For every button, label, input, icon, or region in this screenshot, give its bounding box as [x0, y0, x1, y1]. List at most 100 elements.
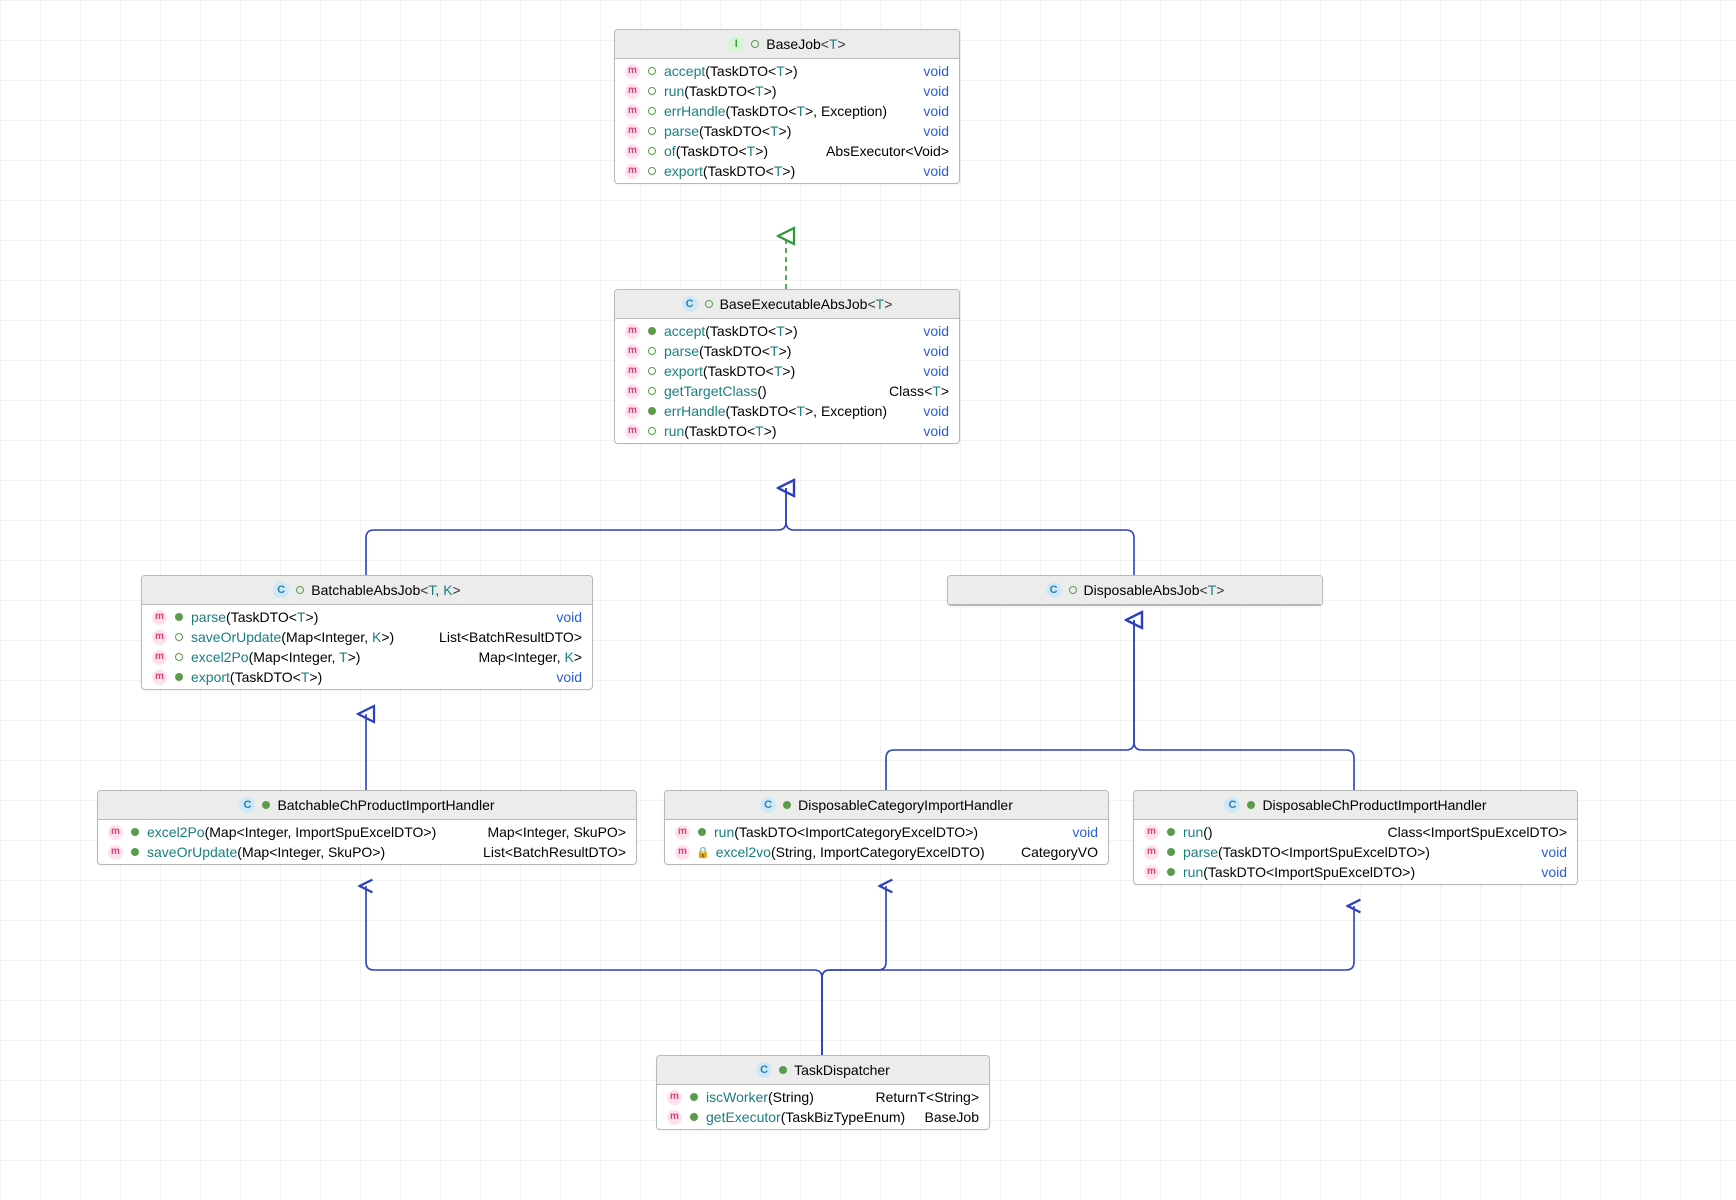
method-return: void	[556, 609, 582, 625]
method-row[interactable]: mexport(TaskDTO<T>)void	[142, 667, 592, 687]
class-icon: C	[239, 797, 255, 813]
method-return: Map<Integer, K>	[478, 649, 582, 665]
method-signature: accept(TaskDTO<T>)	[664, 63, 917, 79]
method-signature: excel2vo(String, ImportCategoryExcelDTO)	[716, 844, 1015, 860]
abstract-icon	[646, 145, 658, 157]
public-icon	[646, 325, 658, 337]
method-row[interactable]: maccept(TaskDTO<T>)void	[615, 321, 959, 341]
abstract-icon	[646, 125, 658, 137]
node-title: I BaseJob<T>	[615, 30, 959, 59]
method-row[interactable]: m🔒excel2vo(String, ImportCategoryExcelDT…	[665, 842, 1108, 862]
method-icon: m	[625, 364, 640, 379]
class-name: DisposableChProductImportHandler	[1262, 797, 1486, 813]
node-disposablechproductimporthandler[interactable]: C DisposableChProductImportHandler mrun(…	[1133, 790, 1578, 885]
node-basejob[interactable]: I BaseJob<T> m accept(TaskDTO<T>) void mrun…	[614, 29, 960, 184]
method-row[interactable]: mrun(TaskDTO<ImportCategoryExcelDTO>)voi…	[665, 822, 1108, 842]
method-icon: m	[152, 610, 167, 625]
method-row[interactable]: mparse(TaskDTO<T>)void	[615, 121, 959, 141]
method-row[interactable]: maccept(TaskDTO<T>)void	[615, 61, 959, 81]
class-icon: C	[1224, 797, 1240, 813]
method-signature: of(TaskDTO<T>)	[664, 143, 820, 159]
class-icon: C	[756, 1062, 772, 1078]
class-name: BaseJob	[766, 36, 820, 52]
node-taskdispatcher[interactable]: C TaskDispatcher miscWorker(String)Retur…	[656, 1055, 990, 1130]
method-row[interactable]: mparse(TaskDTO<ImportSpuExcelDTO>)void	[1134, 842, 1577, 862]
abstract-icon	[646, 365, 658, 377]
node-batchableabsjob[interactable]: C BatchableAbsJob<T, K> mparse(TaskDTO<T…	[141, 575, 593, 690]
method-icon: m	[625, 84, 640, 99]
node-title: C DisposableCategoryImportHandler	[665, 791, 1108, 820]
node-baseexecutableabsjob[interactable]: C BaseExecutableAbsJob<T> maccept(TaskDT…	[614, 289, 960, 444]
node-disposableabsjob[interactable]: C DisposableAbsJob<T>	[947, 575, 1323, 606]
method-return: void	[1541, 864, 1567, 880]
public-icon	[173, 611, 185, 623]
abstract-icon	[646, 165, 658, 177]
method-return: void	[923, 103, 949, 119]
abstract-icon	[749, 38, 761, 50]
method-row[interactable]: m errHandle(TaskDTO<T>, Exception) void	[615, 401, 959, 421]
abstract-icon	[173, 631, 185, 643]
method-row[interactable]: m excel2Po(Map<Integer, T>) Map<Integer, K…	[142, 647, 592, 667]
method-icon: m	[625, 104, 640, 119]
abstract-icon	[646, 65, 658, 77]
method-signature: getExecutor(TaskBizTypeEnum)	[706, 1109, 919, 1125]
method-row[interactable]: merrHandle(TaskDTO<T>, Exception)void	[615, 101, 959, 121]
public-icon	[1165, 866, 1177, 878]
public-icon	[781, 799, 793, 811]
public-icon	[1165, 826, 1177, 838]
node-title: C BaseExecutableAbsJob<T>	[615, 290, 959, 319]
method-signature: iscWorker(String)	[706, 1089, 869, 1105]
public-icon	[1245, 799, 1257, 811]
method-signature: getTargetClass()	[664, 383, 883, 399]
method-row[interactable]: mrun(TaskDTO<ImportSpuExcelDTO>)void	[1134, 862, 1577, 882]
method-return: void	[556, 669, 582, 685]
method-row[interactable]: mparse(TaskDTO<T>)void	[142, 607, 592, 627]
method-signature: parse(TaskDTO<ImportSpuExcelDTO>)	[1183, 844, 1535, 860]
method-return: void	[923, 403, 949, 419]
method-row[interactable]: mgetTargetClass()Class<T>	[615, 381, 959, 401]
abstract-icon	[646, 385, 658, 397]
method-row[interactable]: msaveOrUpdate(Map<Integer, K>)List<Batch…	[142, 627, 592, 647]
method-return: Class<ImportSpuExcelDTO>	[1387, 824, 1567, 840]
class-name: BatchableChProductImportHandler	[277, 797, 494, 813]
method-signature: errHandle(TaskDTO<T>, Exception)	[664, 403, 917, 419]
method-signature: saveOrUpdate(Map<Integer, K>)	[191, 629, 433, 645]
method-return: Class<T>	[889, 383, 949, 399]
method-icon: m	[625, 164, 640, 179]
method-signature: export(TaskDTO<T>)	[664, 163, 917, 179]
method-icon: m	[152, 650, 167, 665]
method-icon: m	[152, 670, 167, 685]
method-row[interactable]: mexport(TaskDTO<T>)void	[615, 361, 959, 381]
method-icon: m	[675, 845, 690, 860]
public-icon	[1165, 846, 1177, 858]
method-return: void	[923, 363, 949, 379]
class-icon: C	[1046, 582, 1062, 598]
method-row[interactable]: mrun()Class<ImportSpuExcelDTO>	[1134, 822, 1577, 842]
method-row[interactable]: mgetExecutor(TaskBizTypeEnum)BaseJob	[657, 1107, 989, 1127]
class-icon: C	[273, 582, 289, 598]
method-row[interactable]: mrun(TaskDTO<T>)void	[615, 81, 959, 101]
method-row[interactable]: msaveOrUpdate(Map<Integer, SkuPO>)List<B…	[98, 842, 636, 862]
method-row[interactable]: mparse(TaskDTO<T>)void	[615, 341, 959, 361]
method-signature: excel2Po(Map<Integer, T>)	[191, 649, 472, 665]
method-row[interactable]: mexcel2Po(Map<Integer, ImportSpuExcelDTO…	[98, 822, 636, 842]
method-return: List<BatchResultDTO>	[439, 629, 582, 645]
method-return: void	[923, 343, 949, 359]
public-icon	[646, 405, 658, 417]
public-icon	[260, 799, 272, 811]
method-row[interactable]: mexport(TaskDTO<T>)void	[615, 161, 959, 181]
method-signature: run(TaskDTO<ImportCategoryExcelDTO>)	[714, 824, 1066, 840]
method-row[interactable]: miscWorker(String)ReturnT<String>	[657, 1087, 989, 1107]
abstract-icon	[646, 425, 658, 437]
method-icon: m	[625, 324, 640, 339]
method-row[interactable]: mof(TaskDTO<T>)AbsExecutor<Void>	[615, 141, 959, 161]
node-disposablecategoryimporthandler[interactable]: C DisposableCategoryImportHandler mrun(T…	[664, 790, 1109, 865]
node-batchablechproductimporthandler[interactable]: C BatchableChProductImportHandler mexcel…	[97, 790, 637, 865]
abstract-icon	[646, 85, 658, 97]
method-icon: m	[625, 64, 640, 79]
method-icon: m	[625, 144, 640, 159]
method-row[interactable]: mrun(TaskDTO<T>)void	[615, 421, 959, 441]
public-icon	[688, 1091, 700, 1103]
method-icon: m	[625, 404, 640, 419]
method-icon: m	[625, 344, 640, 359]
